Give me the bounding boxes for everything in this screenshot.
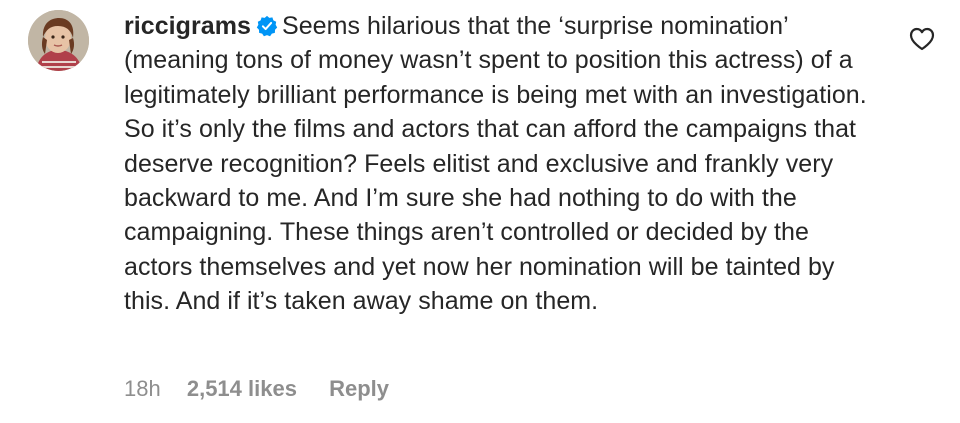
comment-body: riccigrams Seems hilarious that the ‘surp… — [124, 9, 879, 319]
comment-item: riccigrams Seems hilarious that the ‘surp… — [0, 0, 960, 423]
username-link[interactable]: riccigrams — [124, 12, 251, 40]
comment-meta: 18h 2,514 likes Reply — [124, 374, 389, 404]
comment-text: Seems hilarious that the ‘surprise nomin… — [124, 12, 874, 316]
avatar[interactable] — [28, 10, 89, 71]
timestamp[interactable]: 18h — [124, 374, 161, 404]
verified-badge-icon — [256, 12, 278, 37]
heart-outline-icon — [909, 27, 935, 51]
reply-button[interactable]: Reply — [329, 374, 389, 404]
likes-count-button[interactable]: 2,514 likes — [187, 374, 297, 404]
like-button[interactable] — [909, 27, 935, 51]
